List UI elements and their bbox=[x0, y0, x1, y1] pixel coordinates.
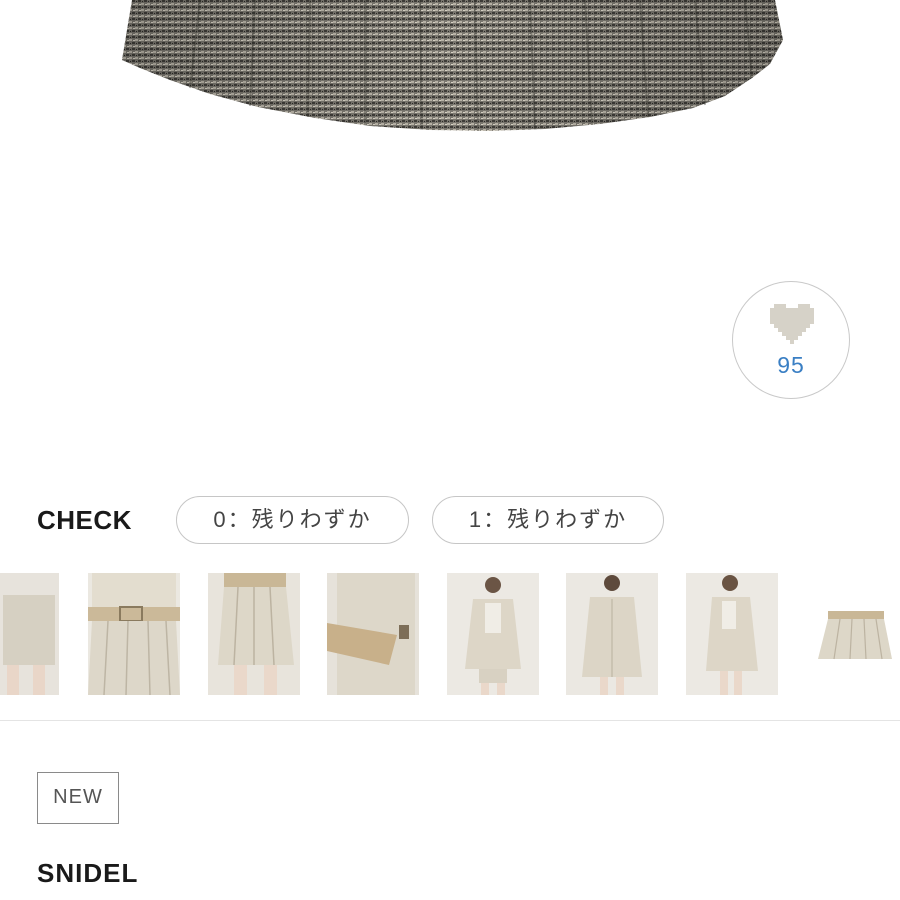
thumbnail-image bbox=[88, 573, 180, 695]
product-main-image[interactable] bbox=[0, 0, 900, 140]
thumbnail-6[interactable] bbox=[566, 573, 658, 695]
new-badge: NEW bbox=[37, 772, 119, 824]
like-button[interactable]: 95 bbox=[732, 281, 850, 399]
size-option-0[interactable]: 0：残りわずか bbox=[176, 496, 409, 544]
thumbnail-image bbox=[447, 573, 539, 695]
thumbnail-2[interactable] bbox=[88, 573, 180, 695]
thumbnail-5[interactable] bbox=[447, 573, 539, 695]
size-option-1[interactable]: 1：残りわずか bbox=[432, 496, 664, 544]
thumbnail-image bbox=[566, 573, 658, 695]
thumbnail-4[interactable] bbox=[327, 573, 419, 695]
thumbnail-image bbox=[0, 573, 59, 695]
pleated-skirt-image bbox=[122, 0, 783, 132]
thumbnail-image bbox=[327, 573, 419, 695]
thumbnail-7[interactable] bbox=[686, 573, 778, 695]
section-divider bbox=[0, 720, 900, 721]
brand-name[interactable]: SNIDEL bbox=[37, 858, 138, 889]
thumbnail-image bbox=[208, 573, 300, 695]
color-label: CHECK bbox=[37, 505, 132, 535]
thumbnail-3[interactable] bbox=[208, 573, 300, 695]
thumbnail-image bbox=[806, 573, 898, 695]
thumbnail-8[interactable] bbox=[806, 573, 898, 695]
thumbnail-1[interactable] bbox=[0, 573, 59, 695]
like-count: 95 bbox=[777, 352, 805, 378]
thumbnail-image bbox=[686, 573, 778, 695]
heart-icon bbox=[770, 304, 814, 344]
